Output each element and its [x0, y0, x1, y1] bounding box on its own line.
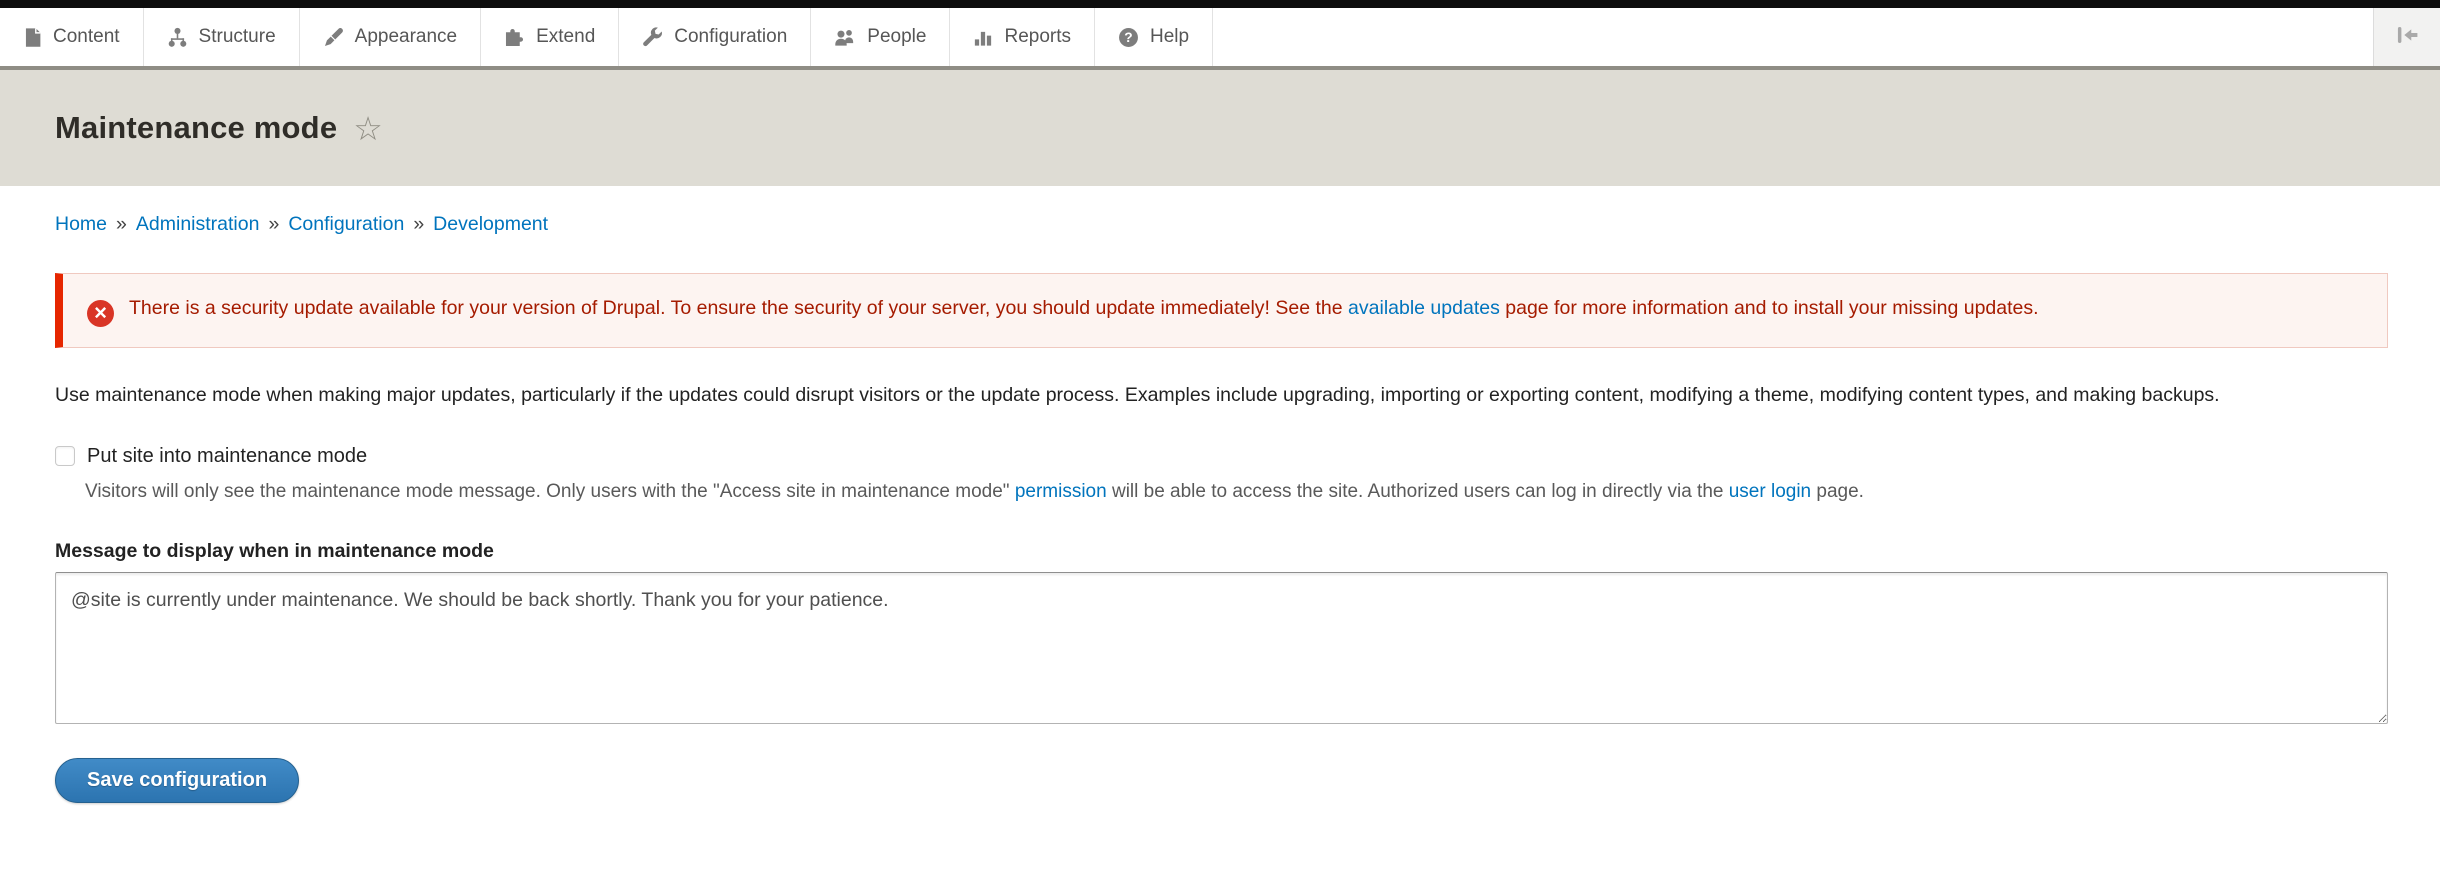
message-field-label: Message to display when in maintenance m… [55, 540, 2388, 563]
drupal-admin-screen: Content Structure Appearance Extend Conf [0, 0, 2440, 876]
breadcrumb-separator: » [268, 213, 279, 235]
maintenance-message-textarea[interactable]: @site is currently under maintenance. We… [55, 572, 2388, 724]
available-updates-link[interactable]: available updates [1348, 297, 1500, 319]
toolbar-item-help[interactable]: ? Help [1095, 8, 1213, 66]
breadcrumb-link-home[interactable]: Home [55, 213, 107, 235]
breadcrumb: Home » Administration » Configuration » Develo… [55, 213, 2388, 236]
toolbar-item-content[interactable]: Content [0, 8, 144, 66]
main-content: Home » Administration » Configuration » Develo… [0, 213, 2440, 803]
wrench-icon [642, 27, 663, 48]
page-header: Maintenance mode ☆ [0, 70, 2440, 186]
admin-toolbar-bar [0, 0, 2440, 8]
page-title: Maintenance mode [55, 110, 337, 146]
toolbar-item-extend[interactable]: Extend [481, 8, 619, 66]
sitemap-icon [167, 27, 188, 48]
toolbar-item-label: Reports [1004, 26, 1071, 48]
toolbar-item-label: Configuration [674, 26, 787, 48]
star-icon[interactable]: ☆ [353, 112, 383, 145]
breadcrumb-separator: » [413, 213, 424, 235]
breadcrumb-link-configuration[interactable]: Configuration [288, 213, 404, 235]
description-text: Visitors will only see the maintenance m… [85, 481, 1015, 502]
toolbar-spacer [1213, 8, 2373, 66]
toolbar-item-structure[interactable]: Structure [144, 8, 300, 66]
error-icon: × [87, 300, 114, 327]
maintenance-mode-checkbox-label[interactable]: Put site into maintenance mode [87, 445, 367, 468]
toolbar-item-people[interactable]: People [811, 8, 950, 66]
bar-chart-icon [973, 27, 993, 48]
file-icon [23, 27, 42, 48]
maintenance-mode-checkbox[interactable] [55, 446, 75, 466]
toolbar-item-label: People [867, 26, 926, 48]
toolbar-item-label: Appearance [355, 26, 457, 48]
puzzle-piece-icon [504, 27, 525, 48]
maintenance-mode-checkbox-row: Put site into maintenance mode [55, 445, 2388, 468]
toolbar-item-label: Content [53, 26, 120, 48]
breadcrumb-separator: » [116, 213, 127, 235]
breadcrumb-link-development[interactable]: Development [433, 213, 548, 235]
toggle-orientation-button[interactable] [2373, 8, 2440, 66]
maintenance-mode-intro: Use maintenance mode when making major u… [55, 378, 2388, 412]
permission-link[interactable]: permission [1015, 481, 1107, 502]
people-icon [834, 27, 856, 48]
error-message-text: There is a security update available for… [129, 297, 1348, 319]
help-icon: ? [1118, 27, 1139, 48]
save-configuration-button[interactable]: Save configuration [55, 758, 299, 803]
error-message-text: page for more information and to install… [1500, 297, 2039, 319]
maintenance-mode-description: Visitors will only see the maintenance m… [85, 477, 2385, 507]
admin-toolbar-tray: Content Structure Appearance Extend Conf [0, 8, 2440, 70]
user-login-link[interactable]: user login [1729, 481, 1811, 502]
description-text: will be able to access the site. Authori… [1107, 481, 1729, 502]
paintbrush-icon [323, 27, 344, 48]
toolbar-item-appearance[interactable]: Appearance [300, 8, 481, 66]
toolbar-item-reports[interactable]: Reports [950, 8, 1095, 66]
toolbar-item-configuration[interactable]: Configuration [619, 8, 811, 66]
toolbar-item-label: Structure [199, 26, 276, 48]
toggle-orientation-icon [2395, 24, 2419, 51]
description-text: page. [1811, 481, 1864, 502]
svg-text:?: ? [1124, 30, 1132, 45]
breadcrumb-link-administration[interactable]: Administration [136, 213, 260, 235]
toolbar-item-label: Help [1150, 26, 1189, 48]
error-message-box: × There is a security update available fo… [55, 273, 2388, 348]
toolbar-item-label: Extend [536, 26, 595, 48]
